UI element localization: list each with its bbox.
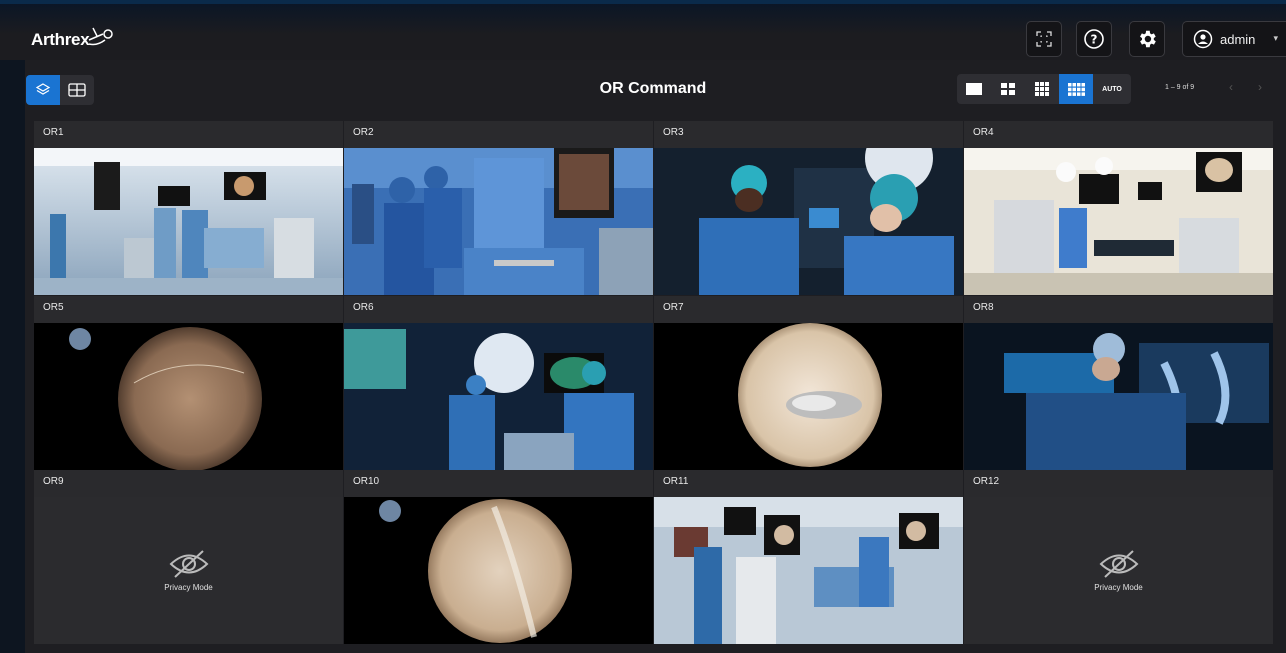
or-tile[interactable]: OR6 (344, 296, 653, 470)
or-label: OR1 (43, 127, 64, 138)
username: admin (1220, 31, 1256, 47)
or-tile[interactable]: OR9 Privacy Mode (34, 470, 343, 644)
or-video-image (964, 148, 1273, 295)
layout-quad-icon (1001, 83, 1015, 95)
next-page-button[interactable]: › (1258, 80, 1262, 94)
layout-auto-button[interactable]: AUTO (1093, 74, 1131, 104)
or-label: OR8 (973, 302, 994, 313)
user-icon (1193, 29, 1213, 49)
or-label: OR5 (43, 302, 64, 313)
or-video-feed[interactable] (34, 148, 343, 295)
or-tile[interactable]: OR12 Privacy Mode (964, 470, 1273, 644)
or-label: OR12 (973, 476, 1000, 487)
endoscope-image (34, 323, 343, 470)
or-label: OR9 (43, 476, 64, 487)
or-tile[interactable]: OR5 (34, 296, 343, 470)
gear-icon (1140, 30, 1156, 48)
user-menu-button[interactable]: admin ▾ (1182, 21, 1286, 57)
or-label: OR6 (353, 302, 374, 313)
main-panel: OR Command AUTO 1 – 9 of 9 ‹ › OR1 OR2 O… (25, 60, 1286, 653)
chevron-down-icon: ▾ (1273, 33, 1278, 43)
layout-4x3-button[interactable] (1059, 74, 1093, 104)
layout-3x3-button[interactable] (1025, 74, 1059, 104)
privacy-mode-text: Privacy Mode (1094, 583, 1143, 592)
layout-nine-icon (1035, 82, 1049, 96)
privacy-mode-text: Privacy Mode (164, 583, 213, 592)
or-video-feed[interactable] (654, 497, 963, 644)
or-tile[interactable]: OR10 (344, 470, 653, 644)
settings-button[interactable] (1129, 21, 1165, 57)
or-video-feed[interactable] (964, 323, 1273, 470)
help-button[interactable]: ? (1076, 21, 1112, 57)
layout-twelve-icon (1067, 82, 1085, 96)
or-video-image (654, 148, 963, 295)
brand-logo[interactable]: Arthrex (31, 27, 113, 50)
or-label: OR4 (973, 127, 994, 138)
or-endoscope-feed[interactable] (654, 323, 963, 470)
layout-1x1-button[interactable] (957, 74, 991, 104)
privacy-mode-panel: Privacy Mode (964, 497, 1273, 644)
or-video-feed[interactable] (964, 148, 1273, 295)
fullscreen-icon (1036, 31, 1052, 47)
svg-text:?: ? (1091, 33, 1098, 47)
prev-page-button[interactable]: ‹ (1229, 80, 1233, 94)
help-icon: ? (1084, 29, 1104, 49)
or-label: OR3 (663, 127, 684, 138)
or-video-feed[interactable] (344, 323, 653, 470)
or-tile[interactable]: OR1 (34, 121, 343, 295)
or-video-feed[interactable] (344, 148, 653, 295)
or-tile[interactable]: OR3 (654, 121, 963, 295)
layout-2x2-button[interactable] (991, 74, 1025, 104)
or-tile[interactable]: OR2 (344, 121, 653, 295)
pagination-text: 1 – 9 of 9 (1165, 84, 1195, 91)
or-video-image (34, 148, 343, 295)
or-label: OR11 (663, 476, 689, 487)
or-label: OR10 (353, 476, 380, 487)
brand-scope-icon (88, 27, 113, 46)
or-label: OR2 (353, 127, 374, 138)
layout-single-icon (966, 83, 982, 95)
or-endoscope-feed[interactable] (34, 323, 343, 470)
fullscreen-button[interactable] (1026, 21, 1062, 57)
or-video-image (654, 497, 963, 644)
or-video-image (344, 323, 653, 470)
privacy-mode-panel: Privacy Mode (34, 497, 343, 644)
or-tile[interactable]: OR4 (964, 121, 1273, 295)
brand-name: Arthrex (31, 30, 90, 49)
eye-off-icon (1099, 550, 1138, 578)
or-video-feed[interactable] (654, 148, 963, 295)
or-video-image (344, 148, 653, 295)
or-tile[interactable]: OR11 (654, 470, 963, 644)
eye-off-icon (169, 550, 208, 578)
top-bar: Arthrex ? admin ▾ (0, 0, 1286, 60)
or-tile[interactable]: OR8 (964, 296, 1273, 470)
endoscope-image (654, 323, 963, 470)
endoscope-image (344, 497, 653, 644)
layout-selector: AUTO (957, 74, 1131, 104)
or-tile[interactable]: OR7 (654, 296, 963, 470)
or-endoscope-feed[interactable] (344, 497, 653, 644)
or-label: OR7 (663, 302, 684, 313)
or-video-image (964, 323, 1273, 470)
